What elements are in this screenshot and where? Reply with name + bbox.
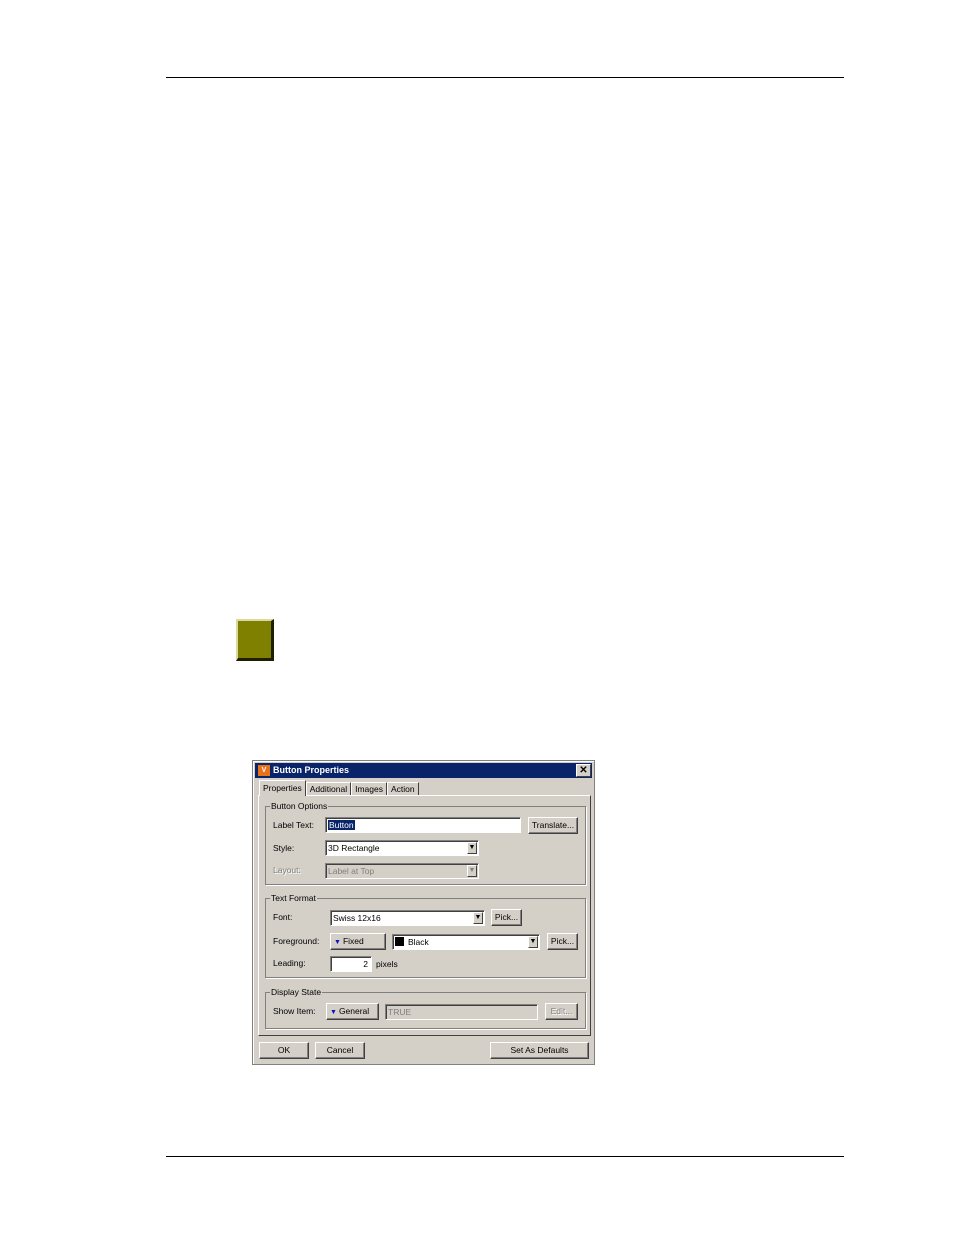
footer-rule — [166, 1156, 844, 1157]
tab-action[interactable]: Action — [386, 782, 419, 796]
layout-select[interactable]: Label at Top ▼ — [325, 863, 479, 879]
show-item-mode-button[interactable]: ▼ General — [326, 1003, 379, 1020]
leading-label: Leading: — [273, 958, 306, 968]
layout-label: Layout: — [273, 865, 301, 875]
tab-strip: Properties Additional Images Action — [259, 780, 419, 796]
properties-panel: Button Options Label Text: Button Transl… — [258, 795, 591, 1036]
layout-value: Label at Top — [328, 866, 375, 876]
leading-unit: pixels — [376, 959, 398, 969]
triangle-down-icon: ▼ — [334, 939, 341, 946]
foreground-color-value: Black — [408, 937, 429, 947]
label-text-value: Button — [328, 820, 355, 830]
display-state-legend: Display State — [270, 987, 323, 997]
set-as-defaults-button[interactable]: Set As Defaults — [490, 1042, 589, 1059]
dropdown-arrow-icon[interactable]: ▼ — [473, 912, 483, 924]
tab-images[interactable]: Images — [351, 782, 387, 796]
display-state-group: Display State Show Item: ▼ General TRUE E… — [265, 987, 586, 1029]
label-text-input[interactable]: Button — [325, 817, 521, 833]
tab-properties[interactable]: Properties — [259, 780, 306, 796]
text-format-group: Text Format Font: Swiss 12x16 ▼ Pick... … — [265, 893, 586, 978]
style-select[interactable]: 3D Rectangle ▼ — [325, 840, 479, 856]
text-format-legend: Text Format — [270, 893, 317, 903]
triangle-down-icon: ▼ — [330, 1009, 337, 1016]
font-label: Font: — [273, 912, 293, 922]
font-select[interactable]: Swiss 12x16 ▼ — [330, 910, 485, 926]
ok-button[interactable]: OK — [259, 1042, 309, 1059]
style-value: 3D Rectangle — [328, 843, 380, 853]
foreground-mode-button[interactable]: ▼ Fixed — [330, 933, 386, 950]
button-properties-dialog: V Button Properties ✕ Properties Additio… — [252, 760, 595, 1065]
show-item-mode-label: General — [338, 1006, 370, 1016]
edit-button[interactable]: Edit... — [545, 1003, 578, 1020]
color-swatch-icon — [395, 937, 404, 946]
style-label: Style: — [273, 843, 295, 853]
font-pick-button[interactable]: Pick... — [491, 909, 522, 926]
leading-input[interactable]: 2 — [330, 956, 372, 972]
label-text-label: Label Text: — [273, 820, 314, 830]
foreground-pick-button[interactable]: Pick... — [547, 933, 578, 950]
show-item-expression[interactable]: TRUE — [385, 1004, 538, 1020]
foreground-label: Foreground: — [273, 936, 320, 946]
show-item-value: TRUE — [388, 1007, 412, 1017]
foreground-color-select[interactable]: Black ▼ — [392, 934, 540, 950]
leading-value: 2 — [363, 959, 368, 969]
tab-additional[interactable]: Additional — [305, 782, 352, 796]
app-icon: V — [258, 765, 270, 776]
dialog-title: Button Properties — [273, 765, 350, 775]
olive-button-swatch — [236, 619, 274, 661]
dropdown-arrow-icon[interactable]: ▼ — [467, 842, 477, 854]
dropdown-arrow-icon[interactable]: ▼ — [528, 936, 538, 948]
foreground-mode-label: Fixed — [342, 936, 364, 946]
header-rule — [166, 77, 844, 78]
close-icon[interactable]: ✕ — [576, 764, 591, 777]
show-item-label: Show Item: — [273, 1006, 316, 1016]
translate-button[interactable]: Translate... — [528, 817, 578, 834]
cancel-button[interactable]: Cancel — [315, 1042, 365, 1059]
button-options-group: Button Options Label Text: Button Transl… — [265, 801, 586, 885]
dropdown-arrow-icon: ▼ — [467, 865, 477, 877]
font-value: Swiss 12x16 — [333, 913, 381, 923]
dialog-titlebar[interactable]: V Button Properties ✕ — [255, 763, 592, 778]
button-options-legend: Button Options — [270, 801, 329, 811]
